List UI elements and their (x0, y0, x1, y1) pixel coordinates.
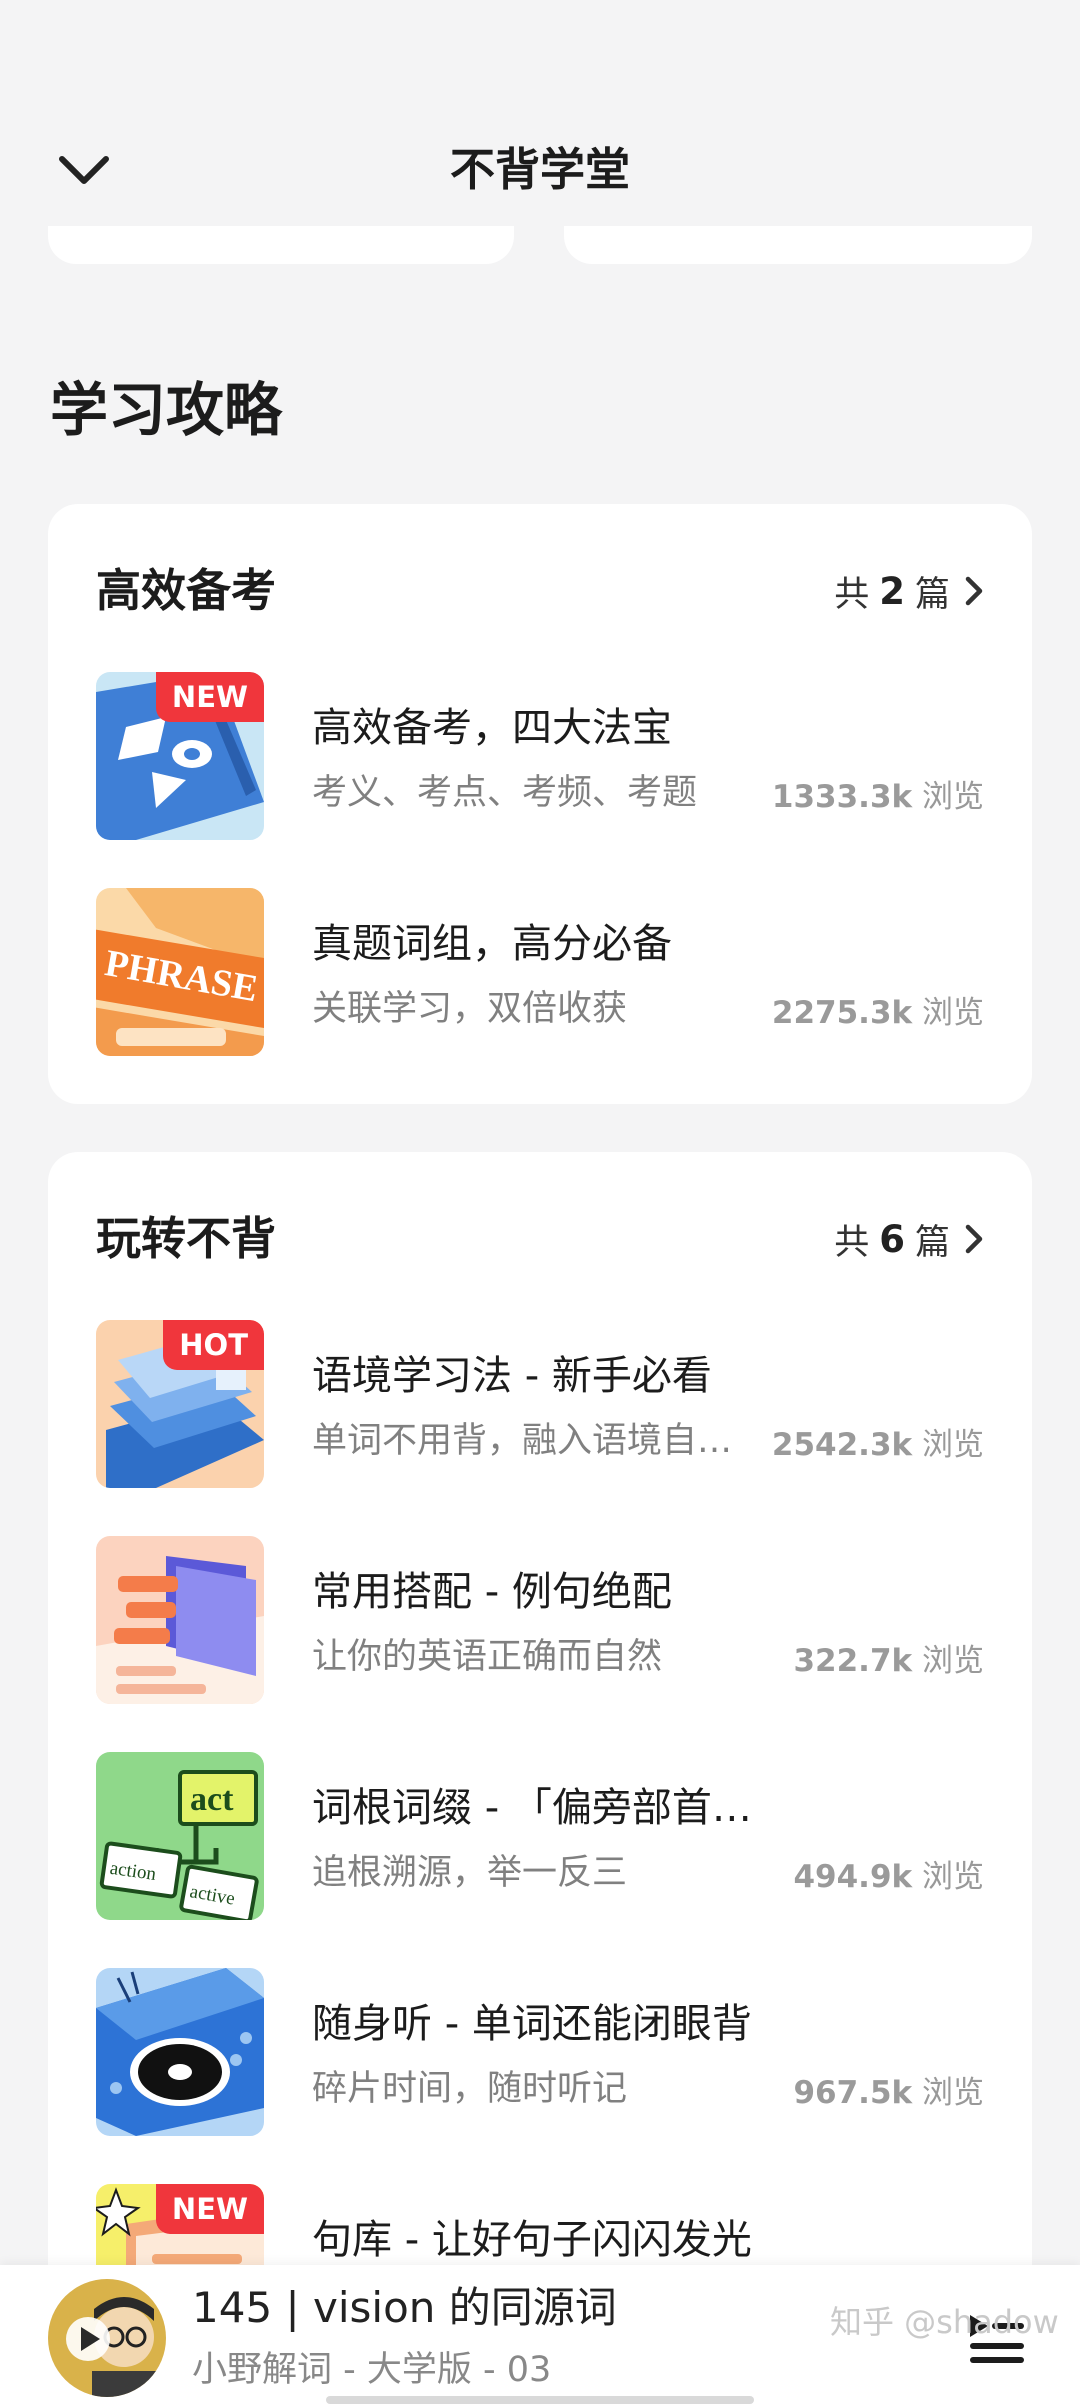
item-subtitle: 让你的英语正确而自然 (312, 1637, 663, 1677)
thumbnail-collocation (96, 1536, 264, 1704)
item-title: 随身听 - 单词还能闭眼背 (312, 2001, 752, 2047)
new-badge: NEW (155, 672, 264, 722)
list-item[interactable]: PHRASE 真题词组，高分必备 关联学习，双倍收获 2275.3k 浏览 (96, 888, 984, 1058)
list-item[interactable]: 常用搭配 - 例句绝配 让你的英语正确而自然 322.7k 浏览 (96, 1536, 984, 1706)
section-title: 学习攻略 (50, 376, 283, 444)
home-indicator (326, 2396, 754, 2404)
thumb-act-text: act (190, 1781, 234, 1818)
chevron-right-icon (965, 576, 983, 606)
watermark: 知乎 @shadow (830, 2303, 1059, 2341)
item-subtitle: 关联学习，双倍收获 (312, 989, 628, 1029)
count-number: 2 (879, 569, 905, 613)
player-track-title: 145 | vision 的同源词 (192, 2283, 617, 2332)
item-views: 2542.3k 浏览 (771, 1427, 984, 1463)
hot-badge: HOT (163, 1320, 264, 1370)
list-item[interactable]: HOT 语境学习法 - 新手必看 单词不用背，融入语境自… 2542.3k 浏览 (96, 1320, 984, 1490)
list-item[interactable]: NEW 高效备考，四大法宝 考义、考点、考频、考题 1333.3k 浏览 (96, 672, 984, 842)
list-item[interactable]: 随身听 - 单词还能闭眼背 碎片时间，随时听记 967.5k 浏览 (96, 1968, 984, 2138)
item-subtitle: 单词不用背，融入语境自… (312, 1421, 733, 1461)
item-subtitle: 碎片时间，随时听记 (312, 2069, 628, 2109)
item-title: 句库 - 让好句子闪闪发光 (312, 2217, 752, 2263)
item-title: 语境学习法 - 新手必看 (312, 1353, 712, 1399)
item-views: 494.9k 浏览 (793, 1859, 984, 1895)
thumbnail-turntable (96, 1968, 264, 2136)
item-views: 322.7k 浏览 (793, 1643, 984, 1679)
item-subtitle: 考义、考点、考频、考题 (312, 773, 698, 813)
card-count-link[interactable]: 共 2 篇 (834, 556, 984, 626)
list-item[interactable]: act action active 词根词缀 - 「偏旁部首… 追根溯源，举一反… (96, 1752, 984, 1922)
card-count-link[interactable]: 共 6 篇 (834, 1204, 984, 1274)
count-number: 6 (879, 1217, 905, 1261)
item-views: 1333.3k 浏览 (771, 779, 984, 815)
item-title: 常用搭配 - 例句绝配 (312, 1569, 672, 1615)
item-title: 真题词组，高分必备 (312, 921, 672, 967)
thumbnail-layers: HOT (96, 1320, 264, 1488)
item-views: 967.5k 浏览 (793, 2075, 984, 2111)
chevron-right-icon (965, 1224, 983, 1254)
player-track-subtitle: 小野解词 - 大学版 - 03 (192, 2350, 552, 2390)
item-subtitle: 追根溯源，举一反三 (312, 1853, 628, 1893)
new-badge: NEW (155, 2184, 264, 2234)
item-views: 2275.3k 浏览 (771, 995, 984, 1031)
page-title: 不背学堂 (449, 143, 630, 196)
feature-card-right[interactable] (564, 226, 1032, 264)
guide-card-master-app: 玩转不背 共 6 篇 HOT 语境学习法 - 新手必看 单词不用背，融入语境自… (48, 1152, 1032, 2392)
thumbnail-phrase: PHRASE (96, 888, 264, 1056)
count-prefix: 共 (834, 1222, 870, 1263)
guide-card-efficient-exam: 高效备考 共 2 篇 NEW 高效备考，四大法宝 考义、考点、考频、考题 133… (48, 504, 1032, 1104)
count-suffix: 篇 (914, 1222, 950, 1263)
count-prefix: 共 (834, 574, 870, 615)
count-suffix: 篇 (914, 574, 950, 615)
top-bar: 不背学堂 (0, 0, 1080, 264)
item-title: 词根词缀 - 「偏旁部首… (312, 1785, 752, 1831)
album-cover[interactable] (48, 2279, 166, 2397)
item-title: 高效备考，四大法宝 (312, 705, 672, 751)
thumbnail-shapes: NEW (96, 672, 264, 840)
thumbnail-word-roots: act action active (96, 1752, 264, 1920)
feature-card-left[interactable] (48, 226, 514, 264)
